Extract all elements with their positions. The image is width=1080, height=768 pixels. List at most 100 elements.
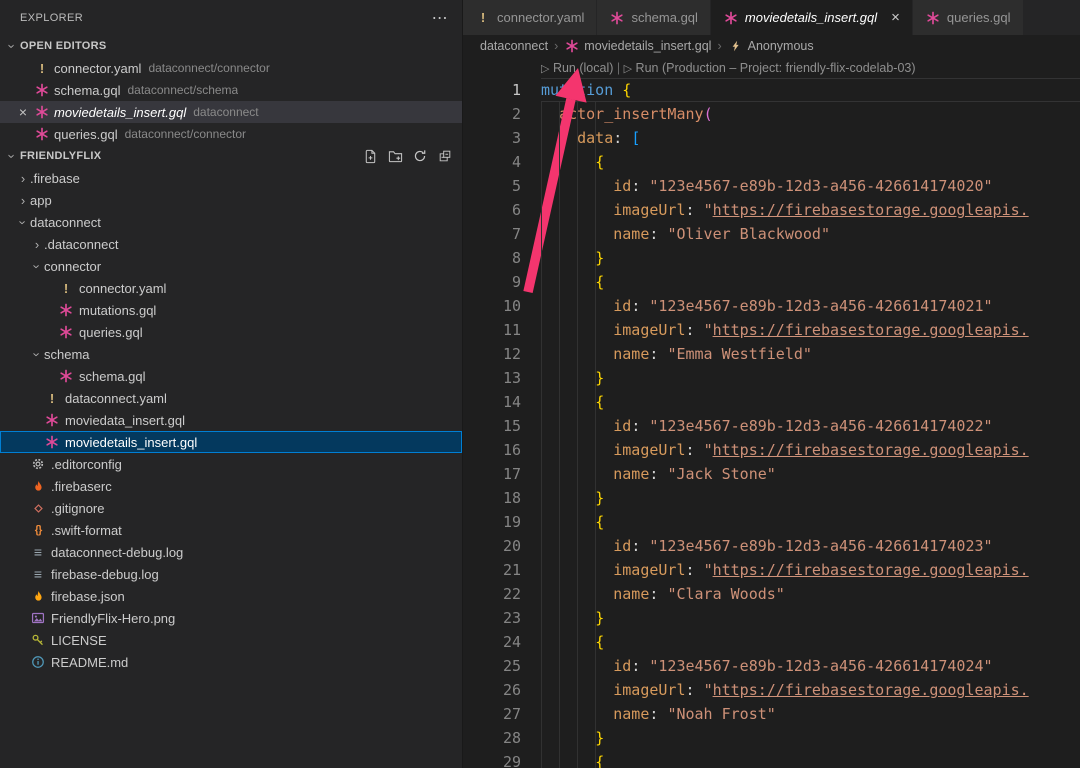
code-line-14: 14 {: [463, 390, 1080, 414]
symbol-icon: [728, 38, 744, 54]
workspace-section: › FRIENDLYFLIX ›.firebase›app›dataconnec…: [0, 145, 462, 673]
graphql-file-icon: [44, 434, 60, 450]
line-number: 13: [463, 366, 541, 390]
line-number: 15: [463, 414, 541, 438]
chevron-down-icon: ›: [30, 259, 45, 273]
open-editors-section: › OPEN EDITORS !connector.yamldataconnec…: [0, 35, 462, 145]
tab-label: queries.gql: [947, 10, 1011, 25]
file-tree: ›.firebase›app›dataconnect›.dataconnect›…: [0, 167, 462, 673]
open-editor-moviedetails_insert.gql[interactable]: ×moviedetails_insert.gqldataconnect: [0, 101, 462, 123]
code-line-20: 20 id: "123e4567-e89b-12d3-a456-42661417…: [463, 534, 1080, 558]
code-line-15: 15 id: "123e4567-e89b-12d3-a456-42661417…: [463, 414, 1080, 438]
close-icon[interactable]: ×: [891, 9, 900, 26]
tree-item-moviedetails_insert.gql[interactable]: moviedetails_insert.gql: [0, 431, 462, 453]
breadcrumb-item-moviedetails_insert.gql[interactable]: moviedetails_insert.gql: [564, 38, 711, 54]
open-editors-header[interactable]: › OPEN EDITORS: [0, 35, 462, 57]
code-line-1: 1mutation {: [463, 78, 1080, 102]
code-line-13: 13 }: [463, 366, 1080, 390]
open-editor-schema.gql[interactable]: schema.gqldataconnect/schema: [0, 79, 462, 101]
vscode-window: EXPLORER ⋯ › OPEN EDITORS !connector.yam…: [0, 0, 1080, 768]
tree-item-queries.gql[interactable]: queries.gql: [0, 321, 462, 343]
code-line-7: 7 name: "Oliver Blackwood": [463, 222, 1080, 246]
tree-item-label: LICENSE: [51, 633, 107, 648]
more-actions-icon[interactable]: ⋯: [432, 8, 448, 28]
tree-item-dataconnect.yaml[interactable]: !dataconnect.yaml: [0, 387, 462, 409]
code-line-17: 17 name: "Jack Stone": [463, 462, 1080, 486]
open-editor-path: dataconnect: [193, 105, 258, 119]
new-file-icon[interactable]: [362, 148, 378, 164]
open-editors-list: !connector.yamldataconnect/connectorsche…: [0, 57, 462, 145]
graphql-file-icon: [44, 412, 60, 428]
tab-connector.yaml[interactable]: !connector.yaml: [463, 0, 597, 35]
tree-item-dataconnect[interactable]: ›dataconnect: [0, 211, 462, 233]
tree-item-label: dataconnect: [30, 215, 101, 230]
workspace-header[interactable]: › FRIENDLYFLIX: [0, 145, 462, 167]
tree-item-label: .editorconfig: [51, 457, 122, 472]
tree-item-.swift-format[interactable]: {}.swift-format: [0, 519, 462, 541]
code-line-27: 27 name: "Noah Frost": [463, 702, 1080, 726]
tree-item-.firebase[interactable]: ›.firebase: [0, 167, 462, 189]
open-editor-name: queries.gql: [54, 127, 118, 142]
breadcrumb-item-Anonymous[interactable]: Anonymous: [728, 38, 814, 54]
tree-item-moviedata_insert.gql[interactable]: moviedata_insert.gql: [0, 409, 462, 431]
code-line-6: 6 imageUrl: "https://firebasestorage.goo…: [463, 198, 1080, 222]
graphql-file-icon: [34, 104, 50, 120]
code-line-10: 10 id: "123e4567-e89b-12d3-a456-42661417…: [463, 294, 1080, 318]
code-lines: 1mutation {2 actor_insertMany(3 data: [4…: [463, 78, 1080, 768]
tree-item-.editorconfig[interactable]: .editorconfig: [0, 453, 462, 475]
codelens-run-local[interactable]: ▷ Run (local): [541, 61, 613, 75]
tree-item-connector.yaml[interactable]: !connector.yaml: [0, 277, 462, 299]
open-editor-path: dataconnect/schema: [127, 83, 238, 97]
tab-moviedetails_insert.gql[interactable]: moviedetails_insert.gql×: [711, 0, 913, 35]
new-folder-icon[interactable]: [387, 148, 403, 164]
tree-item-.dataconnect[interactable]: ›.dataconnect: [0, 233, 462, 255]
tab-queries.gql[interactable]: queries.gql: [913, 0, 1024, 35]
tree-item-label: connector.yaml: [79, 281, 166, 296]
tree-item-FriendlyFlix-Hero.png[interactable]: FriendlyFlix-Hero.png: [0, 607, 462, 629]
tree-item-app[interactable]: ›app: [0, 189, 462, 211]
codelens-run-production[interactable]: ▷ Run (Production – Project: friendly-fl…: [624, 61, 916, 75]
tree-item-schema.gql[interactable]: schema.gql: [0, 365, 462, 387]
close-icon[interactable]: ×: [12, 104, 34, 120]
tree-actions: [362, 148, 462, 164]
tree-item-connector[interactable]: ›connector: [0, 255, 462, 277]
tree-item-firebase.json[interactable]: firebase.json: [0, 585, 462, 607]
tree-item-firebase-debug.log[interactable]: ≡firebase-debug.log: [0, 563, 462, 585]
open-editor-path: dataconnect/connector: [125, 127, 246, 141]
graphql-file-icon: [58, 302, 74, 318]
tree-item-label: schema: [44, 347, 90, 362]
key-file-icon: [30, 632, 46, 648]
run-icon: ▷: [624, 63, 632, 75]
code-line-2: 2 actor_insertMany(: [463, 102, 1080, 126]
tree-item-schema[interactable]: ›schema: [0, 343, 462, 365]
code-line-3: 3 data: [: [463, 126, 1080, 150]
line-number: 2: [463, 102, 541, 126]
tree-item-.gitignore[interactable]: .gitignore: [0, 497, 462, 519]
breadcrumb-item-dataconnect[interactable]: dataconnect: [480, 39, 548, 53]
tree-item-LICENSE[interactable]: LICENSE: [0, 629, 462, 651]
tab-schema.gql[interactable]: schema.gql: [597, 0, 710, 35]
image-file-icon: [30, 610, 46, 626]
code-line-9: 9 {: [463, 270, 1080, 294]
line-number: 24: [463, 630, 541, 654]
yaml-file-icon: !: [34, 60, 50, 76]
code-editor[interactable]: ▷ Run (local) | ▷ Run (Production – Proj…: [463, 57, 1080, 768]
line-number: 9: [463, 270, 541, 294]
tree-item-mutations.gql[interactable]: mutations.gql: [0, 299, 462, 321]
open-editor-queries.gql[interactable]: queries.gql dataconnect/connector: [0, 123, 462, 145]
indent-guide: [595, 102, 596, 768]
explorer-sidebar: EXPLORER ⋯ › OPEN EDITORS !connector.yam…: [0, 0, 463, 768]
line-number: 1: [463, 78, 541, 102]
open-editor-connector.yaml[interactable]: !connector.yamldataconnect/connector: [0, 57, 462, 79]
log-file-icon: ≡: [30, 544, 46, 560]
code-line-22: 22 name: "Clara Woods": [463, 582, 1080, 606]
collapse-all-icon[interactable]: [437, 148, 453, 164]
line-number: 22: [463, 582, 541, 606]
tree-item-.firebaserc[interactable]: .firebaserc: [0, 475, 462, 497]
tree-item-README.md[interactable]: README.md: [0, 651, 462, 673]
graphql-file-icon: [564, 38, 580, 54]
refresh-icon[interactable]: [412, 148, 428, 164]
chevron-down-icon: ›: [16, 215, 31, 229]
tree-item-dataconnect-debug.log[interactable]: ≡dataconnect-debug.log: [0, 541, 462, 563]
tree-item-label: .swift-format: [51, 523, 122, 538]
